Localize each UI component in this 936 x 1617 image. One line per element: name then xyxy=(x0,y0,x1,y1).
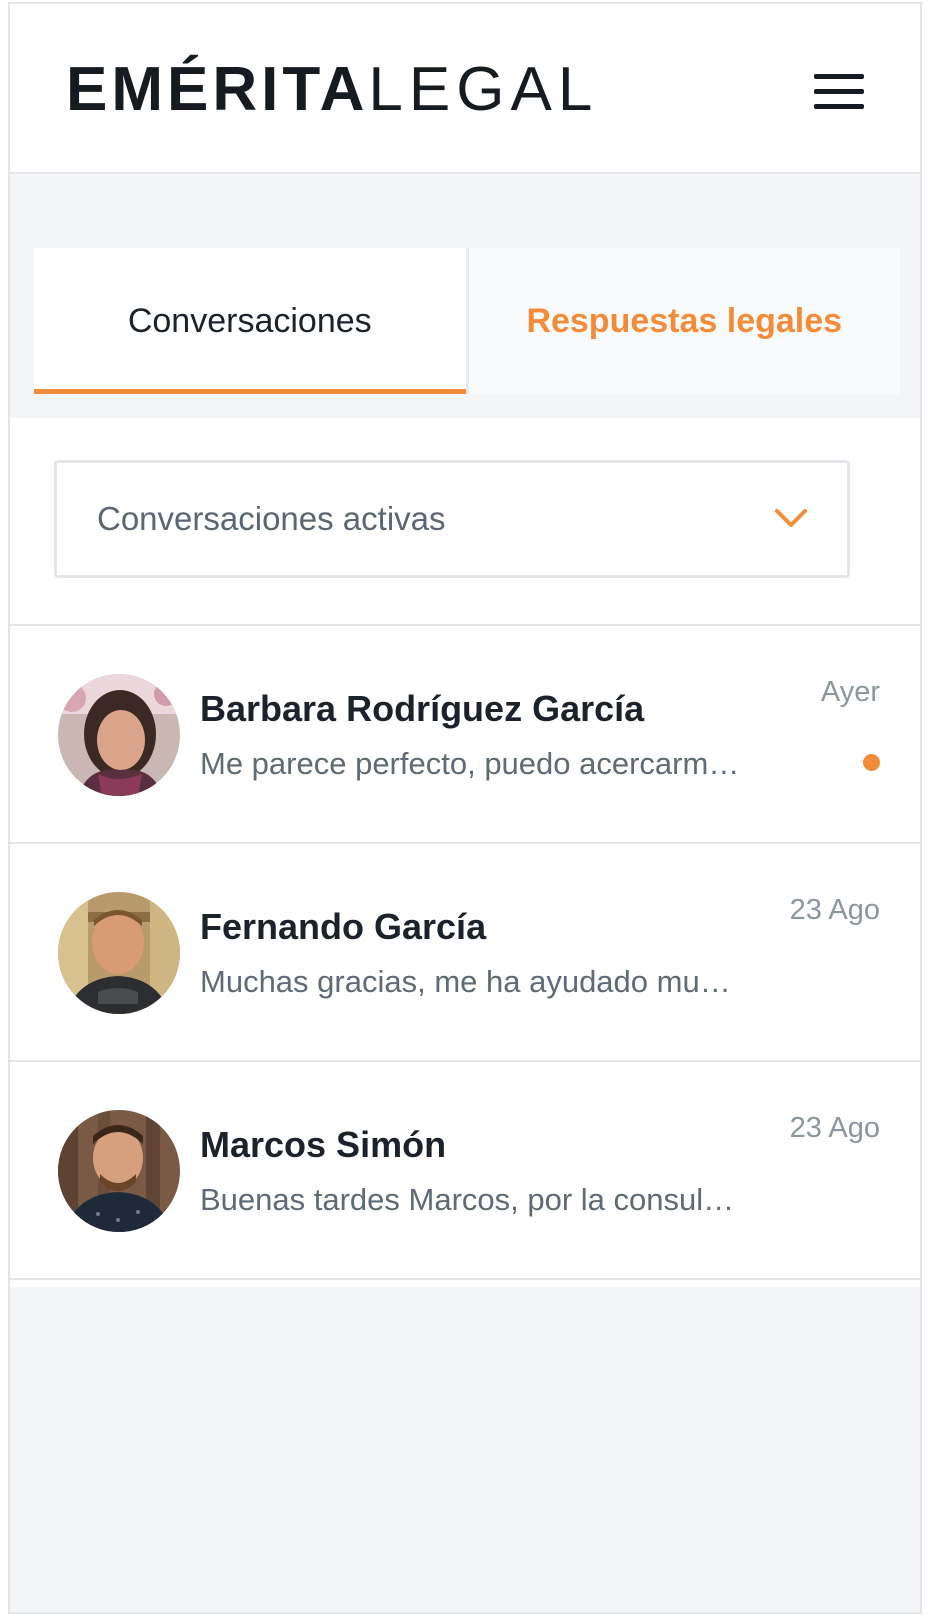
contact-name: Fernando García xyxy=(200,906,487,947)
message-preview: Muchas gracias, me ha ayudado mucho… xyxy=(200,964,740,999)
message-preview: Me parece perfecto, puedo acercarme… xyxy=(200,746,740,781)
chevron-down-icon xyxy=(775,509,807,527)
message-preview: Buenas tardes Marcos, por la consulta… xyxy=(200,1182,740,1217)
message-date: Ayer xyxy=(820,676,880,708)
emerita-legal-logo[interactable]: EMÉRITALEGAL xyxy=(66,59,598,121)
filter-selected-value: Conversaciones activas xyxy=(97,500,446,537)
conversation-item[interactable]: Fernando García Muchas gracias, me ha ay… xyxy=(10,844,920,1062)
avatar xyxy=(58,892,180,1014)
message-date: 23 Ago xyxy=(789,1112,880,1144)
hamburger-menu-icon[interactable] xyxy=(814,74,864,110)
conversation-item[interactable]: Barbara Rodríguez García Me parece perfe… xyxy=(10,626,920,844)
logo-light-text: LEGAL xyxy=(368,55,599,124)
contact-name: Barbara Rodríguez García xyxy=(200,688,645,729)
tab-conversaciones[interactable]: Conversaciones xyxy=(34,248,469,394)
conversation-list: Barbara Rodríguez García Me parece perfe… xyxy=(10,624,920,1280)
avatar xyxy=(58,674,180,796)
tab-label: Respuestas legales xyxy=(526,301,843,340)
unread-indicator xyxy=(863,754,880,771)
conversations-panel: Conversaciones activas Barbara Rodríguez… xyxy=(10,418,920,1287)
app-header: EMÉRITALEGAL xyxy=(10,4,920,174)
tab-respuestas-legales[interactable]: Respuestas legales xyxy=(468,248,900,394)
conversation-filter-select[interactable]: Conversaciones activas xyxy=(54,460,850,578)
avatar xyxy=(58,1110,180,1232)
logo-bold-text: EMÉRITA xyxy=(66,55,369,124)
tab-label: Conversaciones xyxy=(127,301,372,340)
conversation-item[interactable]: Marcos Simón Buenas tardes Marcos, por l… xyxy=(10,1062,920,1280)
app-frame: EMÉRITALEGAL Conversaciones Respuestas l… xyxy=(8,2,922,1614)
tab-bar: Conversaciones Respuestas legales xyxy=(34,248,900,394)
message-date: 23 Ago xyxy=(789,894,880,926)
contact-name: Marcos Simón xyxy=(200,1124,447,1165)
